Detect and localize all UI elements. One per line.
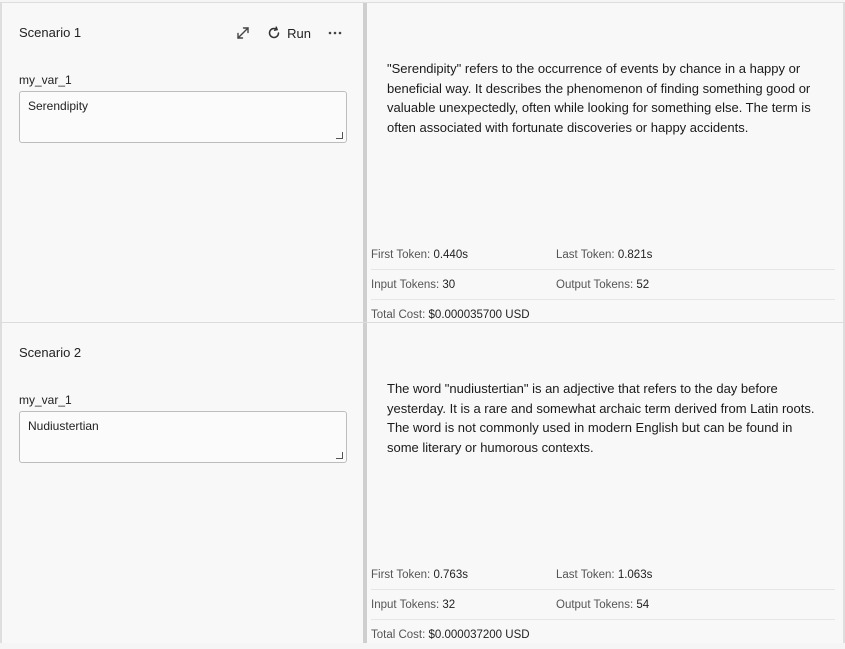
resize-handle-icon[interactable] (336, 132, 343, 139)
metrics-row: Input Tokens: 32 Output Tokens: 54 (371, 590, 835, 620)
response-text: "Serendipity" refers to the occurrence o… (387, 61, 811, 136)
input-tokens-metric: Input Tokens: 30 (371, 278, 456, 291)
last-token-metric: Last Token: 1.063s (556, 568, 653, 581)
scenario-title: Scenario 1 (19, 25, 82, 40)
metrics-panel: First Token: 0.763s Last Token: 1.063s I… (371, 560, 835, 649)
variable-label: my_var_1 (19, 393, 72, 407)
expand-icon[interactable] (233, 23, 253, 43)
scenario-input-panel: Scenario 1 Run my_var_1 Serendipity (0, 3, 363, 323)
variable-input[interactable]: Serendipity (19, 91, 347, 143)
resize-handle-icon[interactable] (336, 452, 343, 459)
run-button[interactable]: Run (267, 23, 311, 43)
scenario-output-panel: The word "nudiustertian" is an adjective… (367, 323, 845, 643)
variable-value: Serendipity (28, 99, 89, 113)
output-tokens-metric: Output Tokens: 54 (556, 598, 650, 611)
metrics-row: Total Cost: $0.000037200 USD (371, 620, 835, 649)
first-token-metric: First Token: 0.440s (371, 248, 468, 261)
variable-label: my_var_1 (19, 73, 72, 87)
metrics-row: First Token: 0.440s Last Token: 0.821s (371, 240, 835, 270)
refresh-icon (268, 26, 280, 39)
variable-value: Nudiustertian (28, 419, 99, 433)
output-tokens-metric: Output Tokens: 52 (556, 278, 650, 291)
scenario-output-panel: "Serendipity" refers to the occurrence o… (367, 3, 845, 323)
scenario-card: Scenario 1 Run my_var_1 Serendipity "Ser… (0, 2, 845, 323)
variable-input[interactable]: Nudiustertian (19, 411, 347, 463)
scenario-input-panel: Scenario 2 my_var_1 Nudiustertian (0, 323, 363, 643)
scenario-card: Scenario 2 my_var_1 Nudiustertian The wo… (0, 322, 845, 643)
metrics-row: Input Tokens: 30 Output Tokens: 52 (371, 270, 835, 300)
total-cost-metric: Total Cost: $0.000035700 USD (371, 308, 530, 321)
total-cost-metric: Total Cost: $0.000037200 USD (371, 628, 530, 641)
scenario-title: Scenario 2 (19, 345, 82, 360)
input-tokens-metric: Input Tokens: 32 (371, 598, 456, 611)
first-token-metric: First Token: 0.763s (371, 568, 468, 581)
run-label: Run (287, 25, 311, 41)
more-options-icon[interactable] (325, 23, 345, 43)
metrics-panel: First Token: 0.440s Last Token: 0.821s I… (371, 240, 835, 329)
metrics-row: First Token: 0.763s Last Token: 1.063s (371, 560, 835, 590)
last-token-metric: Last Token: 0.821s (556, 248, 653, 261)
response-text: The word "nudiustertian" is an adjective… (387, 381, 815, 456)
scenario-actions: Run (233, 23, 345, 43)
